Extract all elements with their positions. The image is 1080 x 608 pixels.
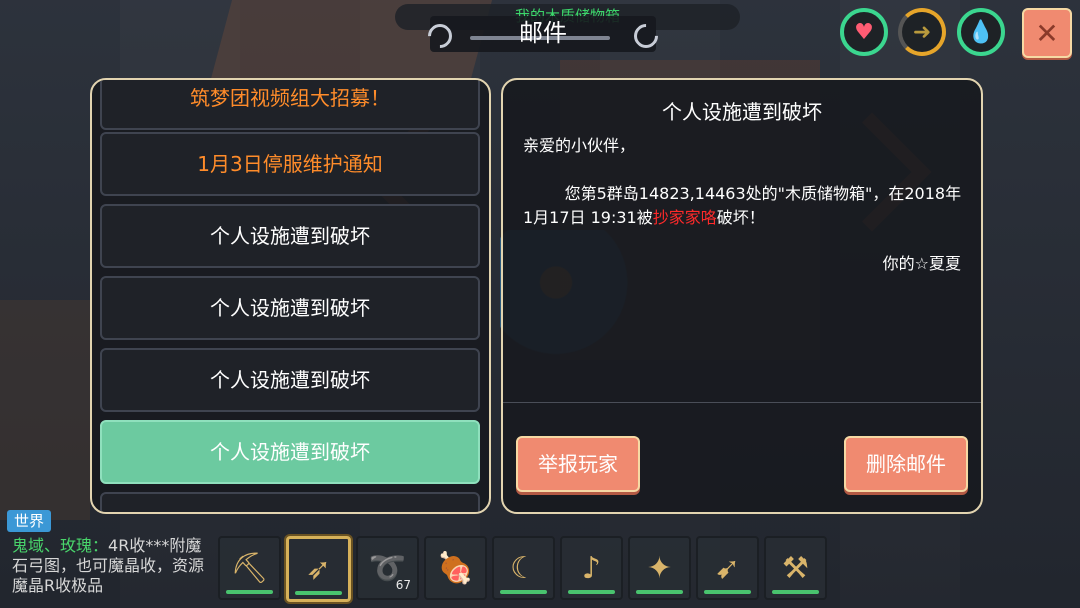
durability-bar	[295, 591, 342, 595]
hunger-icon: ➜	[898, 8, 946, 56]
mail-content: 您第5群岛14823,14463处的"木质储物箱"，在2018年1月17日 19…	[523, 182, 963, 230]
horn-icon: ♪	[581, 550, 602, 586]
hotbar: ⛏ ➶ ➰ 67 🍖 ☾ ♪ ✦ ➹ ⚒	[218, 536, 827, 602]
durability-bar	[772, 590, 819, 594]
chat-sender: 鬼域、玫瑰：	[12, 536, 109, 555]
health-icon: ♥	[840, 8, 888, 56]
durability-bar	[568, 590, 615, 594]
axe-icon: ⚒	[782, 550, 809, 586]
chat-message: 鬼域、玫瑰：4R收***附魔石弓图，也可魔晶收，资源魔晶R收极品	[12, 536, 212, 596]
durability-bar	[226, 590, 273, 594]
durability-bar	[636, 590, 683, 594]
food-icon: 🍖	[436, 550, 475, 586]
hotbar-slot[interactable]: ♪	[560, 536, 623, 600]
attacker-name[interactable]: 抄家家咯	[653, 208, 717, 227]
mail-list-item[interactable]: 个人设施遭到破坏	[100, 348, 480, 412]
hotbar-slot[interactable]: ➰ 67	[356, 536, 419, 600]
hotbar-slot[interactable]: ➹	[696, 536, 759, 600]
staff-icon: ✦	[646, 550, 673, 586]
mail-detail-panel: 个人设施遭到破坏 亲爱的小伙伴， 您第5群岛14823,14463处的"木质储物…	[501, 78, 983, 514]
thirst-icon: 💧	[957, 8, 1005, 56]
mail-list-item[interactable]: 筑梦团视频组大招募！	[100, 80, 480, 130]
scene-wall	[0, 300, 90, 520]
delete-mail-button[interactable]: 删除邮件	[844, 436, 968, 492]
mail-list-item[interactable]: 个人设施遭到破坏	[100, 204, 480, 268]
durability-bar	[704, 590, 751, 594]
item-count: 67	[395, 578, 411, 592]
durability-bar	[500, 590, 547, 594]
chat-channel-badge[interactable]: 世界	[7, 510, 52, 532]
mail-body: 亲爱的小伙伴， 您第5群岛14823,14463处的"木质储物箱"，在2018年…	[523, 134, 963, 230]
detail-divider	[503, 402, 981, 403]
hotbar-slot[interactable]: ✦	[628, 536, 691, 600]
mail-list-panel[interactable]: 筑梦团视频组大招募！ 1月3日停服维护通知 个人设施遭到破坏 个人设施遭到破坏 …	[90, 78, 491, 514]
mail-content-end: 破坏！	[716, 208, 765, 227]
mail-title: 个人设施遭到破坏	[662, 100, 822, 124]
hotbar-slot[interactable]: ⛏	[218, 536, 281, 600]
report-player-button[interactable]: 举报玩家	[516, 436, 640, 492]
hotbar-slot[interactable]: 🍖	[424, 536, 487, 600]
page-title: 邮件	[519, 19, 567, 47]
mail-greeting: 亲爱的小伙伴，	[523, 136, 636, 155]
bow-icon: ➶	[305, 551, 332, 587]
hotbar-slot[interactable]: ☾	[492, 536, 555, 600]
mail-list-item-partial[interactable]	[100, 492, 480, 512]
sickle-icon: ☾	[510, 550, 537, 586]
hotbar-slot-active[interactable]: ➶	[286, 536, 351, 602]
crossbow-icon: ➹	[714, 550, 741, 586]
mail-signature: 你的☆夏夏	[882, 254, 961, 273]
hotbar-slot[interactable]: ⚒	[764, 536, 827, 600]
mail-list-item[interactable]: 个人设施遭到破坏	[100, 276, 480, 340]
close-button[interactable]: ✕	[1022, 8, 1072, 58]
mail-list-item[interactable]: 1月3日停服维护通知	[100, 132, 480, 196]
mail-list-item-selected[interactable]: 个人设施遭到破坏	[100, 420, 480, 484]
pickaxe-icon: ⛏	[230, 550, 269, 586]
